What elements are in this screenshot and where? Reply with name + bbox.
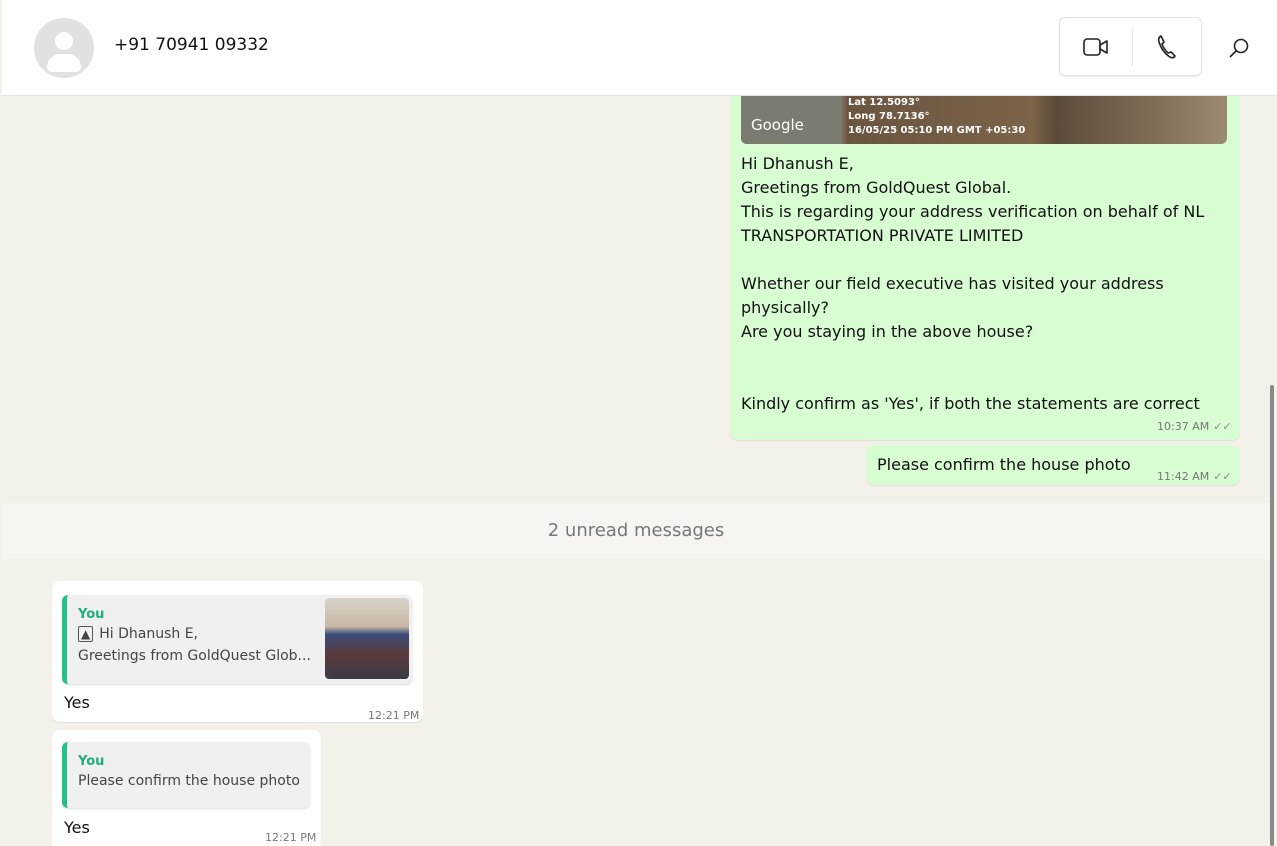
quoted-message[interactable]: You Please confirm the house photo (62, 742, 310, 808)
message-text: Yes (64, 693, 90, 712)
house-photo[interactable]: Google Lat 12.5093° Long 78.7136° 16/05/… (741, 96, 1227, 144)
image-icon: ▲ (78, 626, 94, 642)
video-camera-icon[interactable] (1083, 36, 1109, 58)
message-text: Hi Dhanush E, Greetings from GoldQuest Gl… (741, 154, 1205, 413)
read-ticks-icon: ✓✓ (1213, 420, 1232, 433)
message-bubble-incoming[interactable]: You Please confirm the house photo Yes 1… (52, 730, 321, 846)
message-text: Please confirm the house photo (877, 455, 1131, 474)
quote-text: Please confirm the house photo (78, 773, 300, 789)
map-brand: Google (751, 116, 804, 134)
unread-divider: 2 unread messages (2, 503, 1270, 559)
message-time: 10:37 AM ✓✓ (1157, 420, 1232, 433)
contact-name[interactable]: +91 70941 09332 (114, 35, 269, 55)
call-buttons (1059, 17, 1202, 76)
scrollbar[interactable] (1270, 385, 1274, 846)
divider (1132, 28, 1133, 66)
phone-icon[interactable] (1156, 34, 1178, 60)
chat-header: +91 70941 09332 (2, 0, 1277, 96)
long: Long 78.7136° (848, 111, 930, 122)
read-ticks-icon: ✓✓ (1213, 470, 1232, 483)
message-list[interactable]: Google Lat 12.5093° Long 78.7136° 16/05/… (2, 96, 1270, 846)
message-time: 12:21 PM (265, 831, 317, 844)
geo-stamp: Lat 12.5093° Long 78.7136° 16/05/25 05:1… (848, 96, 1025, 138)
message-time: 11:42 AM ✓✓ (1157, 470, 1232, 483)
message-time: 12:21 PM (368, 709, 420, 722)
message-text: Yes (64, 818, 90, 837)
quote-text: ▲ Hi Dhanush E, Greetings from GoldQuest … (78, 626, 311, 664)
avatar[interactable] (34, 18, 94, 78)
message-bubble-outgoing[interactable]: Please confirm the house photo 11:42 AM ✓… (866, 445, 1240, 485)
lat: Lat 12.5093° (848, 97, 920, 108)
quoted-message[interactable]: You ▲ Hi Dhanush E, Greetings from GoldQu… (62, 595, 412, 684)
search-icon[interactable] (1228, 37, 1250, 59)
datetime: 16/05/25 05:10 PM GMT +05:30 (848, 125, 1026, 136)
quote-thumbnail (325, 598, 409, 679)
message-bubble-incoming[interactable]: You ▲ Hi Dhanush E, Greetings from GoldQu… (52, 581, 423, 722)
